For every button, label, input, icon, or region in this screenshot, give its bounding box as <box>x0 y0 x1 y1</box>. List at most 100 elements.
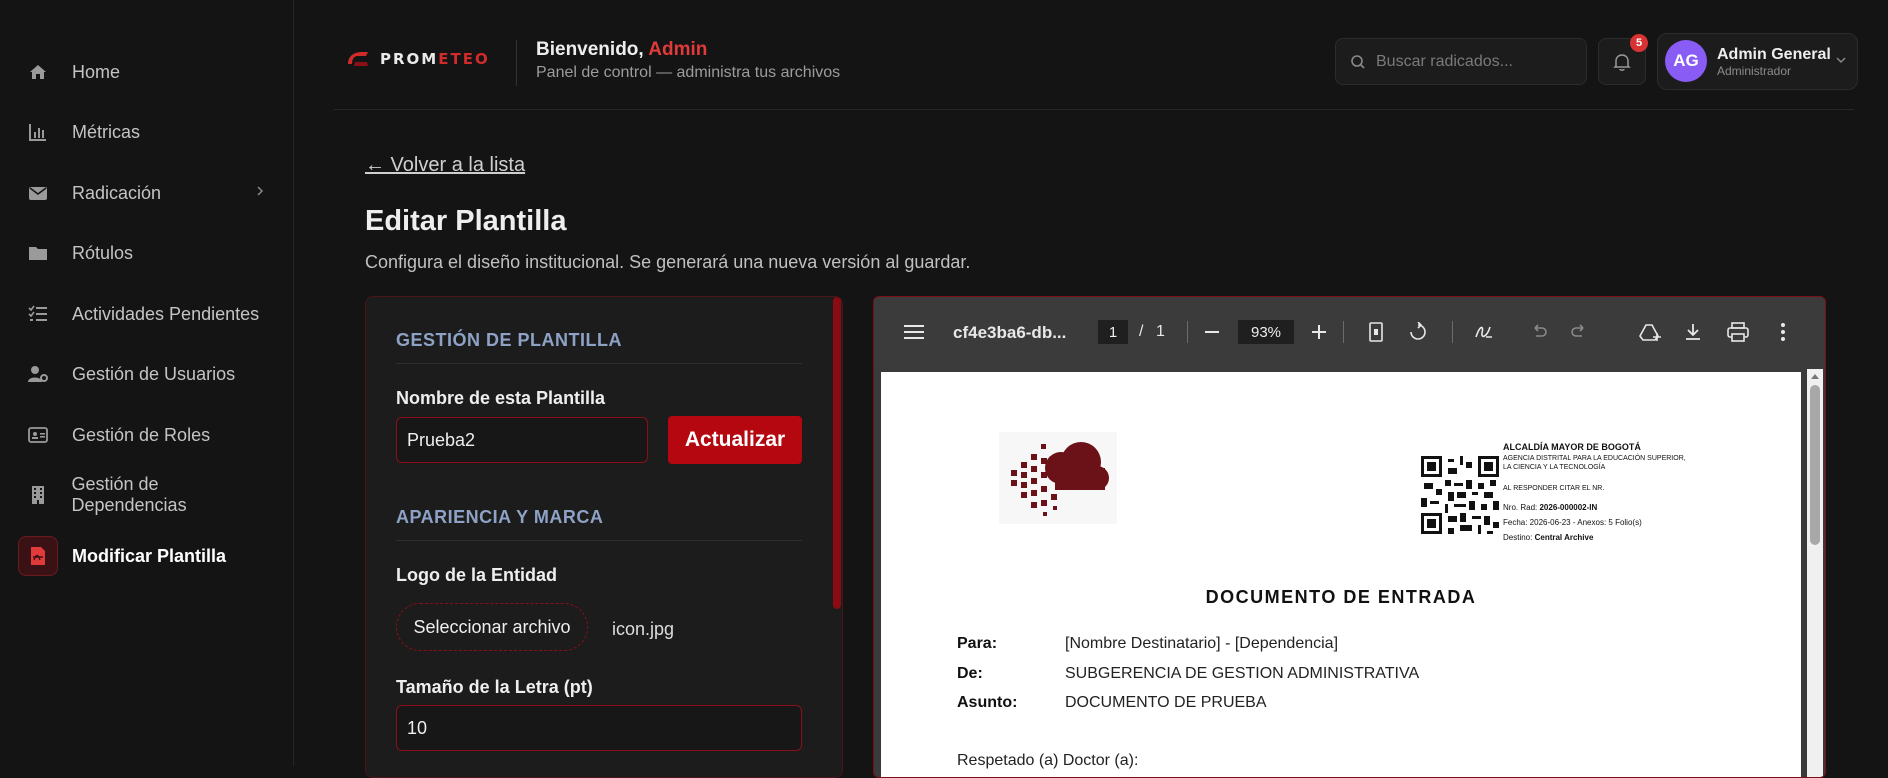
download-icon[interactable] <box>1684 322 1702 342</box>
toolbar-divider <box>1452 321 1453 343</box>
menu-icon[interactable] <box>904 324 924 340</box>
welcome-heading: Bienvenido, Admin <box>536 39 708 60</box>
page-separator: / <box>1139 323 1144 340</box>
sidebar-item-plantilla[interactable]: Modificar Plantilla <box>18 534 276 578</box>
de-label: De: <box>957 665 983 682</box>
template-form-panel: GESTIÓN DE PLANTILLA Nombre de esta Plan… <box>365 296 843 778</box>
redo-icon[interactable] <box>1570 324 1588 340</box>
selected-file-name: icon.jpg <box>612 619 675 639</box>
template-name-input[interactable] <box>396 417 648 463</box>
more-vertical-icon[interactable] <box>1780 322 1786 342</box>
avatar: AG <box>1665 40 1707 82</box>
fit-page-icon[interactable] <box>1368 321 1384 343</box>
brand-logo[interactable]: PROMETEO <box>346 50 490 68</box>
para-label: Para: <box>957 635 998 652</box>
page-number-input[interactable]: 1 <box>1098 320 1128 344</box>
building-icon <box>18 475 57 515</box>
pdf-toolbar: cf4e3ba6-db... 1 / 1 93% <box>874 297 1825 367</box>
logo-text: PROMETEO <box>380 50 490 68</box>
entity-name: ALCALDÍA MAYOR DE BOGOTÁ <box>1503 442 1641 452</box>
document-title: DOCUMENTO DE ENTRADA <box>1205 587 1477 607</box>
section-title-template: GESTIÓN DE PLANTILLA <box>396 330 622 350</box>
id-card-icon <box>18 415 58 455</box>
home-icon <box>18 52 58 92</box>
user-name: Admin <box>648 39 708 60</box>
sidebar-item-rotulos[interactable]: Rótulos <box>18 231 276 275</box>
chart-icon <box>18 112 58 152</box>
reply-note: AL RESPONDER CITAR EL NR. <box>1503 485 1605 492</box>
destination-line: Destino: Central Archive <box>1503 533 1594 542</box>
page-total: 1 <box>1156 323 1165 340</box>
chevron-right-icon <box>257 186 264 196</box>
sidebar-item-home[interactable]: Home <box>18 50 276 94</box>
chevron-down-icon <box>1836 57 1846 64</box>
account-menu[interactable]: AG Admin General Administrador <box>1657 33 1858 90</box>
search-box[interactable] <box>1335 38 1587 85</box>
header-subtitle: Panel de control — administra tus archiv… <box>536 64 841 81</box>
sidebar-item-actividades[interactable]: Actividades Pendientes <box>18 292 276 336</box>
asunto-label: Asunto: <box>957 694 1018 711</box>
logo-icon <box>348 52 368 66</box>
template-name-label: Nombre de esta Plantilla <box>396 388 606 408</box>
sidebar-item-dependencias[interactable]: Gestión de Dependencias <box>18 473 276 517</box>
logo-label: Logo de la Entidad <box>396 565 557 585</box>
account-role: Administrador <box>1717 64 1792 78</box>
sidebar: Home Métricas Radicación Rótulos Activid… <box>0 0 294 766</box>
sidebar-item-label: Gestión de Usuarios <box>72 363 236 384</box>
rotate-icon[interactable] <box>1408 322 1428 342</box>
zoom-level[interactable]: 93% <box>1238 320 1294 344</box>
update-button[interactable]: Actualizar <box>668 416 802 464</box>
pdf-viewer: cf4e3ba6-db... 1 / 1 93% ALCALDÍA MAYOR … <box>873 296 1826 778</box>
toolbar-divider <box>1187 321 1188 343</box>
agency-line-2: LA CIENCIA Y LA TECNOLOGÍA <box>1503 464 1606 471</box>
account-name: Admin General <box>1717 46 1831 63</box>
search-icon <box>1351 54 1365 69</box>
notification-badge: 5 <box>1630 34 1648 52</box>
qr-code <box>1421 456 1499 534</box>
font-size-input[interactable] <box>396 705 802 751</box>
radicado-line: Nro. Rad: 2026-000002-IN <box>1503 503 1598 512</box>
user-gear-icon <box>18 354 58 394</box>
sidebar-item-label: Modificar Plantilla <box>72 545 227 566</box>
zoom-in-icon[interactable] <box>1311 324 1327 340</box>
page-title: Editar Plantilla <box>365 205 567 237</box>
para-value: [Nombre Destinatario] - [Dependencia] <box>1065 635 1339 652</box>
section-divider <box>396 363 802 364</box>
undo-icon[interactable] <box>1530 324 1548 340</box>
pdf-scrollbar[interactable] <box>1807 369 1823 777</box>
zoom-out-icon[interactable] <box>1204 324 1220 340</box>
sidebar-item-label: Rótulos <box>72 242 134 263</box>
sidebar-item-label: Actividades Pendientes <box>72 303 260 324</box>
list-check-icon <box>18 294 58 334</box>
print-icon[interactable] <box>1727 322 1749 342</box>
annotate-icon[interactable] <box>1474 323 1494 341</box>
drive-add-icon[interactable] <box>1638 322 1662 342</box>
sidebar-item-label: Métricas <box>72 121 141 142</box>
scroll-up-icon[interactable] <box>1810 372 1820 380</box>
form-scrollbar[interactable] <box>833 297 841 609</box>
pdf-scroll-thumb[interactable] <box>1810 385 1820 545</box>
pdf-page: ALCALDÍA MAYOR DE BOGOTÁ AGENCIA DISTRIT… <box>881 372 1801 777</box>
sidebar-item-label: Home <box>72 61 121 82</box>
sidebar-item-usuarios[interactable]: Gestión de Usuarios <box>18 352 276 396</box>
search-input[interactable] <box>1374 51 1578 72</box>
divider <box>516 40 517 86</box>
toolbar-divider <box>1343 321 1344 343</box>
sidebar-item-roles[interactable]: Gestión de Roles <box>18 413 276 457</box>
sidebar-item-radicacion[interactable]: Radicación <box>18 171 276 215</box>
sidebar-item-label: Gestión de Roles <box>72 424 211 445</box>
section-title-branding: APARIENCIA Y MARCA <box>396 507 604 527</box>
de-value: SUBGERENCIA DE GESTION ADMINISTRATIVA <box>1065 665 1420 682</box>
top-bar: PROMETEO Bienvenido, Admin Panel de cont… <box>334 0 1858 110</box>
entity-logo <box>999 432 1117 524</box>
asunto-value: DOCUMENTO DE PRUEBA <box>1065 694 1267 711</box>
agency-line-1: AGENCIA DISTRITAL PARA LA EDUCACIÓN SUPE… <box>1503 455 1686 462</box>
pdf-filename: cf4e3ba6-db... <box>953 323 1067 342</box>
folder-icon <box>18 233 58 273</box>
sidebar-item-label: Gestión de Dependencias <box>71 474 187 515</box>
select-file-button[interactable]: Seleccionar archivo <box>396 603 588 651</box>
back-link[interactable]: ← Volver a la lista <box>365 154 525 177</box>
salutation: Respetado (a) Doctor (a): <box>957 752 1139 769</box>
sidebar-item-label: Radicación <box>72 182 162 203</box>
sidebar-item-metricas[interactable]: Métricas <box>18 110 276 154</box>
